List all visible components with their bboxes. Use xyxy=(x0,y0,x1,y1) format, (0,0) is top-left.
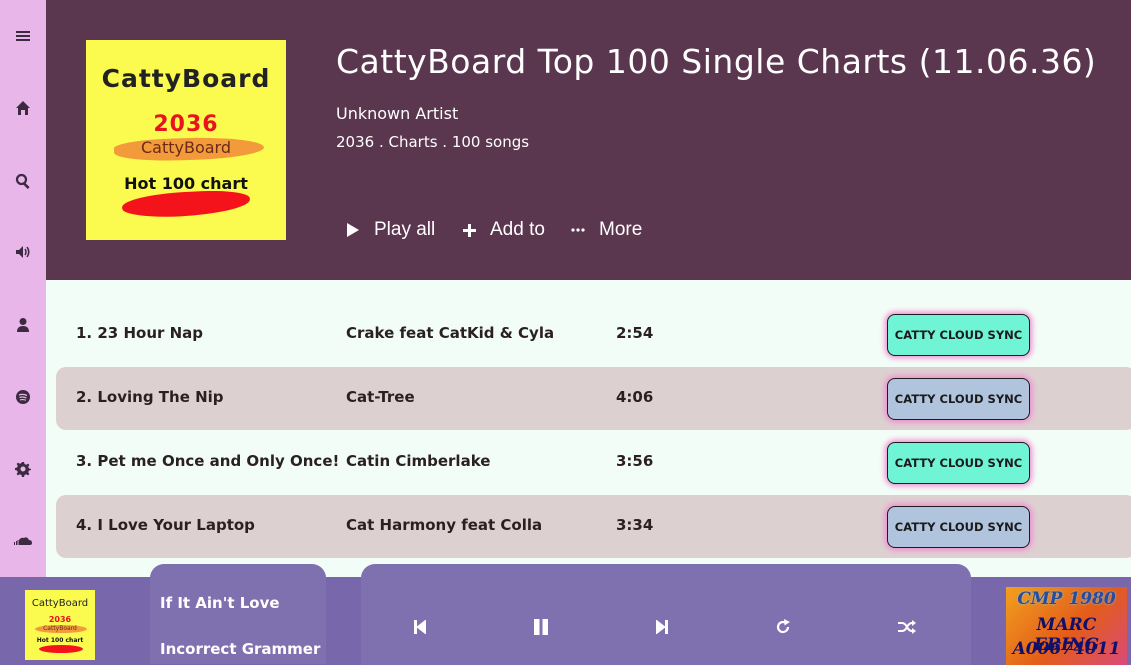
ellipsis-icon xyxy=(571,223,585,237)
plus-icon xyxy=(462,223,476,237)
catty-cloud-sync-button[interactable]: CATTY CLOUD SYNC xyxy=(887,314,1030,356)
playback-controls xyxy=(361,564,971,665)
spotify-icon[interactable] xyxy=(0,385,46,409)
catty-cloud-sync-button[interactable]: CATTY CLOUD SYNC xyxy=(887,506,1030,548)
now-playing-artist[interactable]: Incorrect Grammer xyxy=(160,640,320,658)
home-icon[interactable] xyxy=(0,96,46,120)
album-header: CattyBoard 2036 CattyBoard Hot 100 chart… xyxy=(46,0,1131,280)
catty-cloud-sync-button[interactable]: CATTY CLOUD SYNC xyxy=(887,442,1030,484)
now-playing-panel: If It Ain't Love Incorrect Grammer xyxy=(150,564,326,664)
next-icon[interactable] xyxy=(652,617,672,637)
pause-icon[interactable] xyxy=(531,617,551,637)
track-artist: Cat-Tree xyxy=(346,388,415,406)
artwork-text: A00674011 xyxy=(1012,639,1121,659)
track-artist: Crake feat CatKid & Cyla xyxy=(346,324,555,342)
play-all-button[interactable]: Play all xyxy=(346,218,435,242)
soundcloud-icon[interactable] xyxy=(0,529,46,553)
mini-cover-brand: CattyBoard xyxy=(43,625,77,632)
add-to-button[interactable]: Add to xyxy=(462,218,545,242)
track-duration: 2:54 xyxy=(616,324,654,342)
cover-title: CattyBoard xyxy=(101,64,271,93)
player-bar: If It Ain't Love Incorrect Grammer Catty… xyxy=(0,564,1131,665)
track-title: 3. Pet me Once and Only Once! xyxy=(76,452,340,470)
cover-paint-stroke xyxy=(121,188,251,220)
add-to-label: Add to xyxy=(490,219,545,240)
track-title: 4. I Love Your Laptop xyxy=(76,516,255,534)
play-all-label: Play all xyxy=(374,219,436,240)
gear-icon[interactable] xyxy=(0,457,46,481)
previous-icon[interactable] xyxy=(410,617,430,637)
album-cover: CattyBoard 2036 CattyBoard Hot 100 chart xyxy=(86,40,286,240)
volume-icon[interactable] xyxy=(0,240,46,264)
mini-cover-paint-stroke xyxy=(39,645,83,653)
mini-cover-subtitle: Hot 100 chart xyxy=(36,637,84,644)
track-duration: 3:56 xyxy=(616,452,654,470)
cover-year: 2036 xyxy=(153,112,219,137)
catty-cloud-sync-button[interactable]: CATTY CLOUD SYNC xyxy=(887,378,1030,420)
album-title: CattyBoard Top 100 Single Charts (11.06.… xyxy=(336,42,1097,81)
track-artist: Cat Harmony feat Colla xyxy=(346,516,543,534)
sidebar xyxy=(0,0,46,577)
album-artwork-thumbnail[interactable]: CMP 1980 MARC EBING A00674011 xyxy=(1006,587,1127,665)
play-icon xyxy=(346,223,360,237)
cover-brand: CattyBoard xyxy=(140,138,231,157)
track-title: 2. Loving The Nip xyxy=(76,388,224,406)
repeat-icon[interactable] xyxy=(773,617,793,637)
track-duration: 4:06 xyxy=(616,388,654,406)
track-artist: Catin Cimberlake xyxy=(346,452,491,470)
album-artist[interactable]: Unknown Artist xyxy=(336,104,458,123)
menu-icon[interactable] xyxy=(0,24,46,48)
user-icon[interactable] xyxy=(0,313,46,337)
track-row[interactable]: 2. Loving The Nip Cat-Tree 4:06 CATTY CL… xyxy=(56,367,1131,430)
track-row[interactable]: 4. I Love Your Laptop Cat Harmony feat C… xyxy=(56,495,1131,558)
cover-subtitle: Hot 100 chart xyxy=(124,174,248,193)
now-playing-cover: CattyBoard 2036 CattyBoard Hot 100 chart xyxy=(25,590,95,660)
more-label: More xyxy=(599,219,643,240)
album-meta: 2036 . Charts . 100 songs xyxy=(336,133,530,151)
more-button[interactable]: More xyxy=(571,218,642,242)
track-row[interactable]: 3. Pet me Once and Only Once! Catin Cimb… xyxy=(56,431,1131,494)
shuffle-icon[interactable] xyxy=(897,617,917,637)
artwork-text: CMP 1980 xyxy=(1017,589,1116,609)
track-row[interactable]: 1. 23 Hour Nap Crake feat CatKid & Cyla … xyxy=(56,303,1131,366)
mini-cover-title: CattyBoard xyxy=(31,598,89,609)
now-playing-song[interactable]: If It Ain't Love xyxy=(160,594,280,612)
search-icon[interactable] xyxy=(0,169,46,193)
mini-cover-year: 2036 xyxy=(48,615,72,624)
track-duration: 3:34 xyxy=(616,516,654,534)
track-title: 1. 23 Hour Nap xyxy=(76,324,204,342)
